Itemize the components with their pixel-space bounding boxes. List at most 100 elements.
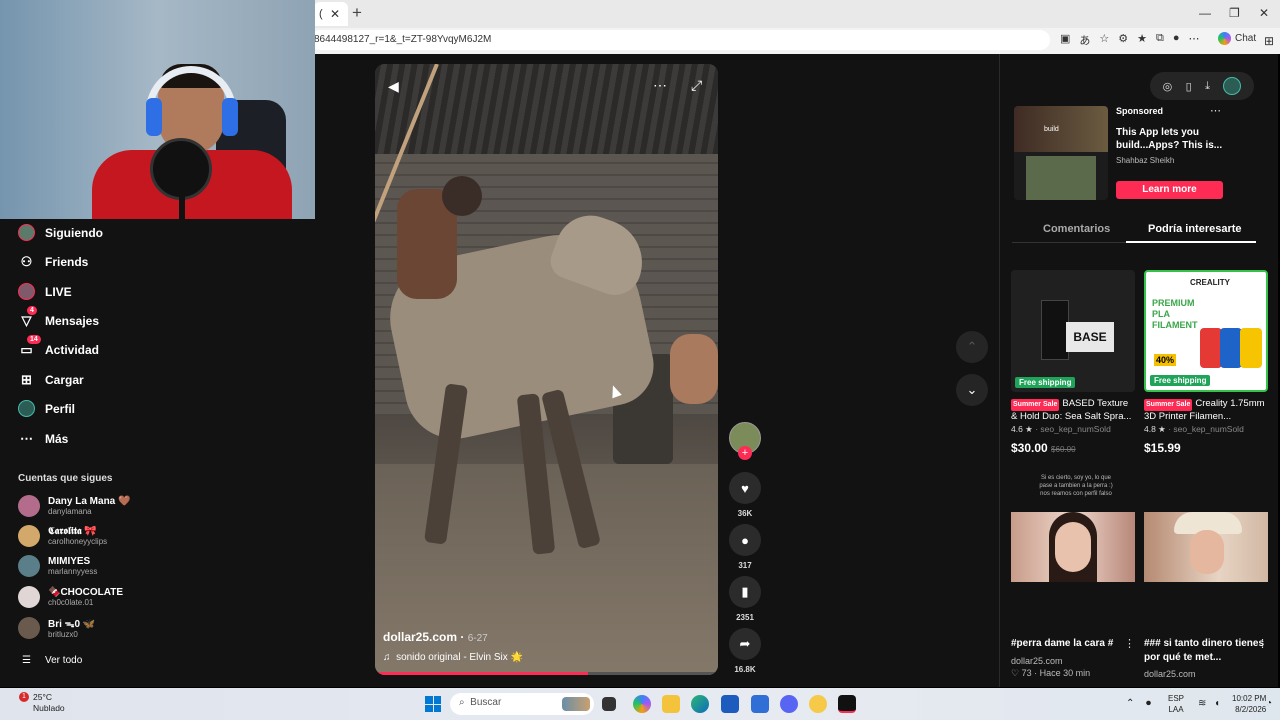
- ad-thumb-text: build: [1044, 126, 1059, 133]
- video-progress-bar[interactable]: [375, 672, 718, 675]
- active-tab-underline: [1126, 241, 1256, 243]
- sidebar-item-live[interactable]: LIVE: [18, 283, 72, 300]
- ad-title[interactable]: This App lets you build...Apps? This is.…: [1116, 126, 1226, 152]
- language-indicator[interactable]: ESP LAA: [1168, 693, 1184, 715]
- microphone-tray-icon[interactable]: ⏺: [1146, 698, 1151, 709]
- address-bar[interactable]: 8644498127_r=1&_t=ZT-98YvqyM6J2M: [310, 30, 1050, 50]
- following-account[interactable]: 𝕮𝖆𝖗𝖔𝖑𝖎𝖙𝖆 🎀 carolhoneyyclips: [18, 525, 107, 547]
- sidebar-item-perfil[interactable]: Perfil: [18, 400, 75, 417]
- device-icon[interactable]: ▯: [1186, 80, 1192, 93]
- windows-start-icon[interactable]: [425, 696, 441, 712]
- speaker-icon[interactable]: ◖: [1214, 698, 1220, 709]
- bookmark-icon[interactable]: ▮: [729, 576, 761, 608]
- account-username: danylamana: [48, 507, 92, 516]
- profile-icon[interactable]: ●: [1173, 32, 1180, 48]
- more-options-icon[interactable]: ⋯: [653, 77, 667, 94]
- avatar: [18, 586, 40, 608]
- video-thumbnail[interactable]: [1144, 512, 1268, 582]
- wifi-icon[interactable]: ≋: [1198, 698, 1206, 709]
- edge-browser-icon[interactable]: [691, 695, 709, 713]
- compass-icon[interactable]: ◎: [1163, 80, 1173, 93]
- discord-icon[interactable]: [780, 695, 798, 713]
- profile-avatar-icon: [18, 400, 35, 417]
- tab-podria-interesarte[interactable]: Podría interesarte: [1148, 223, 1242, 235]
- following-account[interactable]: 🍫CHOCOLATE ch0c0late.01: [18, 586, 123, 608]
- copilot-chat-button[interactable]: Chat: [1218, 32, 1256, 45]
- list-icon: ☰: [22, 655, 31, 666]
- minimize-icon[interactable]: —: [1199, 6, 1211, 20]
- video-options-icon[interactable]: ⋮: [1124, 637, 1135, 650]
- sidebar-item-cargar[interactable]: ⊞ Cargar: [18, 371, 84, 388]
- favorites-icon[interactable]: ★: [1137, 32, 1147, 48]
- comment-count: 317: [738, 561, 752, 570]
- ad-options-icon[interactable]: ⋯: [1210, 104, 1221, 117]
- maximize-icon[interactable]: ❐: [1229, 6, 1240, 20]
- windows-taskbar: 1 25°C Nublado ⌕ Buscar ⌃ ⏺ ESP LAA ≋ ◖ 1…: [0, 688, 1280, 720]
- sidebar-item-actividad[interactable]: ▭ 14 Actividad: [18, 335, 100, 358]
- learn-more-button[interactable]: Learn more: [1116, 181, 1223, 199]
- rating-value: 4.8 ★: [1144, 424, 1166, 434]
- account-name: Dany La Mana 🤎: [48, 496, 131, 507]
- next-video-down-icon[interactable]: ⌄: [956, 374, 988, 406]
- weather-widget[interactable]: 1 25°C Nublado: [19, 692, 65, 714]
- file-explorer-icon[interactable]: [662, 695, 680, 713]
- webcam-overlay: [0, 0, 315, 219]
- video-thumbnail[interactable]: [1011, 512, 1135, 582]
- like-heart-icon[interactable]: ♥: [729, 472, 761, 504]
- previous-video-up-icon[interactable]: ⌃: [956, 331, 988, 363]
- follow-plus-icon[interactable]: +: [738, 446, 752, 460]
- new-tab-icon[interactable]: +: [352, 3, 362, 23]
- sidebar-item-friends[interactable]: ⚇ Friends: [18, 253, 89, 270]
- fullscreen-icon[interactable]: ⤢: [691, 77, 702, 94]
- chrome-icon[interactable]: [809, 695, 827, 713]
- thumbnail-face: [1190, 530, 1224, 574]
- following-account[interactable]: Bri ᯓ0 🦋 britluzx0: [18, 616, 95, 639]
- close-tab-icon[interactable]: ✕: [330, 7, 340, 21]
- sidebar-item-siguiendo[interactable]: Siguiendo: [18, 224, 103, 241]
- volume-icon[interactable]: ◀: [388, 78, 399, 95]
- copilot-app-icon[interactable]: [633, 695, 651, 713]
- clock[interactable]: 10:02 PM 8/2/2026: [1232, 693, 1266, 715]
- video-author[interactable]: dollar25.com · 6-27: [383, 630, 488, 644]
- account-name: 𝕮𝖆𝖗𝖔𝖑𝖎𝖙𝖆 🎀: [48, 526, 97, 537]
- collections-icon[interactable]: ⧉: [1156, 32, 1164, 48]
- close-window-icon[interactable]: ✕: [1259, 6, 1269, 20]
- save-count: 2351: [736, 613, 754, 622]
- product-card[interactable]: CREALITY PREMIUM PLA FILAMENT 40% Free s…: [1144, 270, 1268, 455]
- product-card[interactable]: BASE Free shipping Summer Sale BASED Text…: [1011, 270, 1135, 455]
- comment-icon[interactable]: ●: [729, 524, 761, 556]
- sidebar-toggle-icon[interactable]: ⊞: [1264, 34, 1274, 48]
- favorite-star-icon[interactable]: ☆: [1099, 32, 1109, 48]
- ad-thumbnail[interactable]: build: [1014, 106, 1108, 200]
- see-all-link[interactable]: ☰ Ver todo: [18, 652, 82, 669]
- video-sound-label: sonido original - Elvin Six 🌟: [396, 652, 524, 663]
- split-view-icon[interactable]: ▣: [1060, 32, 1070, 48]
- menu-dots-icon[interactable]: ⋯: [1189, 32, 1200, 48]
- user-avatar[interactable]: [1223, 77, 1242, 95]
- tab-comentarios[interactable]: Comentarios: [1043, 223, 1110, 235]
- sidebar-item-mensajes[interactable]: ▽ 4 Mensajes: [18, 306, 99, 329]
- product-bottle: [1041, 300, 1069, 360]
- share-arrow-icon[interactable]: ➦: [729, 628, 761, 660]
- translate-icon[interactable]: あ: [1079, 32, 1090, 48]
- following-account[interactable]: Dany La Mana 🤎 danylamana: [18, 495, 130, 517]
- notification-bell-icon[interactable]: ◔: [1266, 698, 1272, 709]
- sidebar-item-mas[interactable]: ⋯ Más: [18, 430, 68, 447]
- outlook-icon[interactable]: [751, 695, 769, 713]
- video-player[interactable]: ◀ ⋯ ⤢ dollar25.com · 6-27 ♫ sonido origi…: [375, 64, 718, 675]
- download-icon[interactable]: ⤓: [1205, 80, 1210, 93]
- video-title[interactable]: ### si tanto dinero tienes por qué te me…: [1144, 637, 1268, 665]
- video-options-icon[interactable]: ⋮: [1257, 637, 1268, 650]
- tray-expand-icon[interactable]: ⌃: [1126, 698, 1134, 709]
- product-title: Summer Sale Creality 1.75mm 3D Printer Fi…: [1144, 398, 1268, 422]
- store-icon[interactable]: [721, 695, 739, 713]
- video-title[interactable]: #perra dame la cara #: [1011, 637, 1135, 651]
- filament-spool-blue: [1220, 328, 1242, 368]
- extension-icon[interactable]: ⚙: [1118, 32, 1128, 48]
- task-view-icon[interactable]: [602, 697, 616, 711]
- video-sound[interactable]: ♫ sonido original - Elvin Six 🌟: [383, 652, 523, 663]
- tiktok-app-icon[interactable]: [838, 695, 856, 713]
- sidebar-item-label: Actividad: [45, 342, 100, 357]
- video-rider-head: [442, 176, 482, 216]
- following-account[interactable]: MIMIYES marlannyyess: [18, 555, 97, 577]
